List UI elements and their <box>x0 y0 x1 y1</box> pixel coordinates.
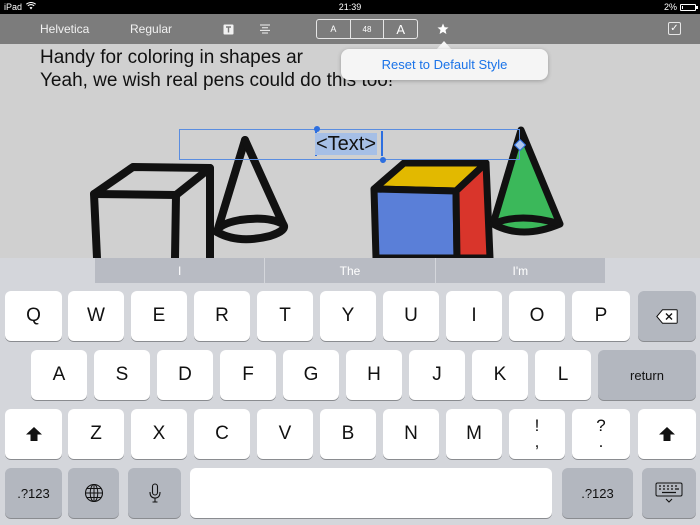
battery-icon <box>680 3 698 11</box>
shift-icon[interactable] <box>5 409 62 459</box>
increase-size-button[interactable]: A <box>384 20 417 38</box>
key-g[interactable]: G <box>283 350 339 400</box>
key-x[interactable]: X <box>131 409 187 459</box>
colored-cube-drawing <box>370 159 494 258</box>
key-n[interactable]: N <box>383 409 439 459</box>
numbers-button-right[interactable]: .?123 <box>562 468 633 518</box>
cube-outline-drawing <box>90 163 214 258</box>
text-format-icon[interactable] <box>223 14 234 44</box>
key-comma-label: , <box>534 432 540 451</box>
return-button[interactable]: return <box>598 350 696 400</box>
cube-left-face <box>370 185 461 258</box>
reset-style-button[interactable]: Reset to Default Style <box>341 49 548 80</box>
key-l[interactable]: L <box>535 350 591 400</box>
key-z[interactable]: Z <box>68 409 124 459</box>
battery-level <box>682 5 683 9</box>
align-center-icon[interactable] <box>259 14 271 44</box>
onscreen-keyboard: I The I'm Q W E R T Y U I O P A S D F G … <box>0 258 700 525</box>
key-v[interactable]: V <box>257 409 313 459</box>
key-o[interactable]: O <box>509 291 565 341</box>
key-w[interactable]: W <box>68 291 124 341</box>
key-d[interactable]: D <box>157 350 213 400</box>
rotate-handle-icon[interactable] <box>514 139 526 151</box>
selection-end-caret[interactable] <box>381 131 383 156</box>
star-icon[interactable] <box>437 14 449 44</box>
font-style-button[interactable]: Regular <box>130 14 172 44</box>
key-m[interactable]: M <box>446 409 502 459</box>
bottom-resize-handle[interactable] <box>380 157 386 163</box>
backspace-icon[interactable] <box>638 291 696 341</box>
shift-icon-right[interactable] <box>638 409 696 459</box>
text-style-toolbar: Helvetica Regular A 48 A ✓ <box>0 14 700 44</box>
key-p[interactable]: P <box>572 291 630 341</box>
keyboard-hide-icon[interactable] <box>642 468 696 518</box>
space-bar[interactable] <box>190 468 552 518</box>
key-a[interactable]: A <box>31 350 87 400</box>
key-k[interactable]: K <box>472 350 528 400</box>
numbers-button[interactable]: .?123 <box>5 468 62 518</box>
text-box-content[interactable]: <Text> <box>315 133 378 155</box>
prediction-3[interactable]: I'm <box>436 258 605 283</box>
microphone-icon[interactable] <box>128 468 181 518</box>
key-s[interactable]: S <box>94 350 150 400</box>
checkbox-icon[interactable]: ✓ <box>668 22 681 35</box>
key-y[interactable]: Y <box>320 291 376 341</box>
predictive-bar: I The I'm <box>95 258 605 283</box>
prediction-1[interactable]: I <box>95 258 266 283</box>
font-size-value: 48 <box>351 20 385 38</box>
key-i[interactable]: I <box>446 291 502 341</box>
key-f[interactable]: F <box>220 350 276 400</box>
key-q[interactable]: Q <box>5 291 62 341</box>
clock: 21:39 <box>338 2 362 12</box>
font-name-button[interactable]: Helvetica <box>40 14 89 44</box>
key-b[interactable]: B <box>320 409 376 459</box>
battery-percent: 2% <box>663 2 677 12</box>
globe-icon[interactable] <box>68 468 119 518</box>
key-h[interactable]: H <box>346 350 402 400</box>
key-e[interactable]: E <box>131 291 187 341</box>
key-j[interactable]: J <box>409 350 465 400</box>
key-t[interactable]: T <box>257 291 313 341</box>
key-c[interactable]: C <box>194 409 250 459</box>
key-period-label: . <box>598 432 604 451</box>
prediction-2[interactable]: The <box>265 258 436 283</box>
key-question-period[interactable]: ?. <box>572 409 630 459</box>
key-exclaim-comma[interactable]: !, <box>509 409 565 459</box>
decrease-size-button[interactable]: A <box>317 20 351 38</box>
font-size-control: A 48 A <box>316 19 418 39</box>
key-u[interactable]: U <box>383 291 439 341</box>
status-bar: iPad 21:39 2% <box>0 0 700 14</box>
key-r[interactable]: R <box>194 291 250 341</box>
